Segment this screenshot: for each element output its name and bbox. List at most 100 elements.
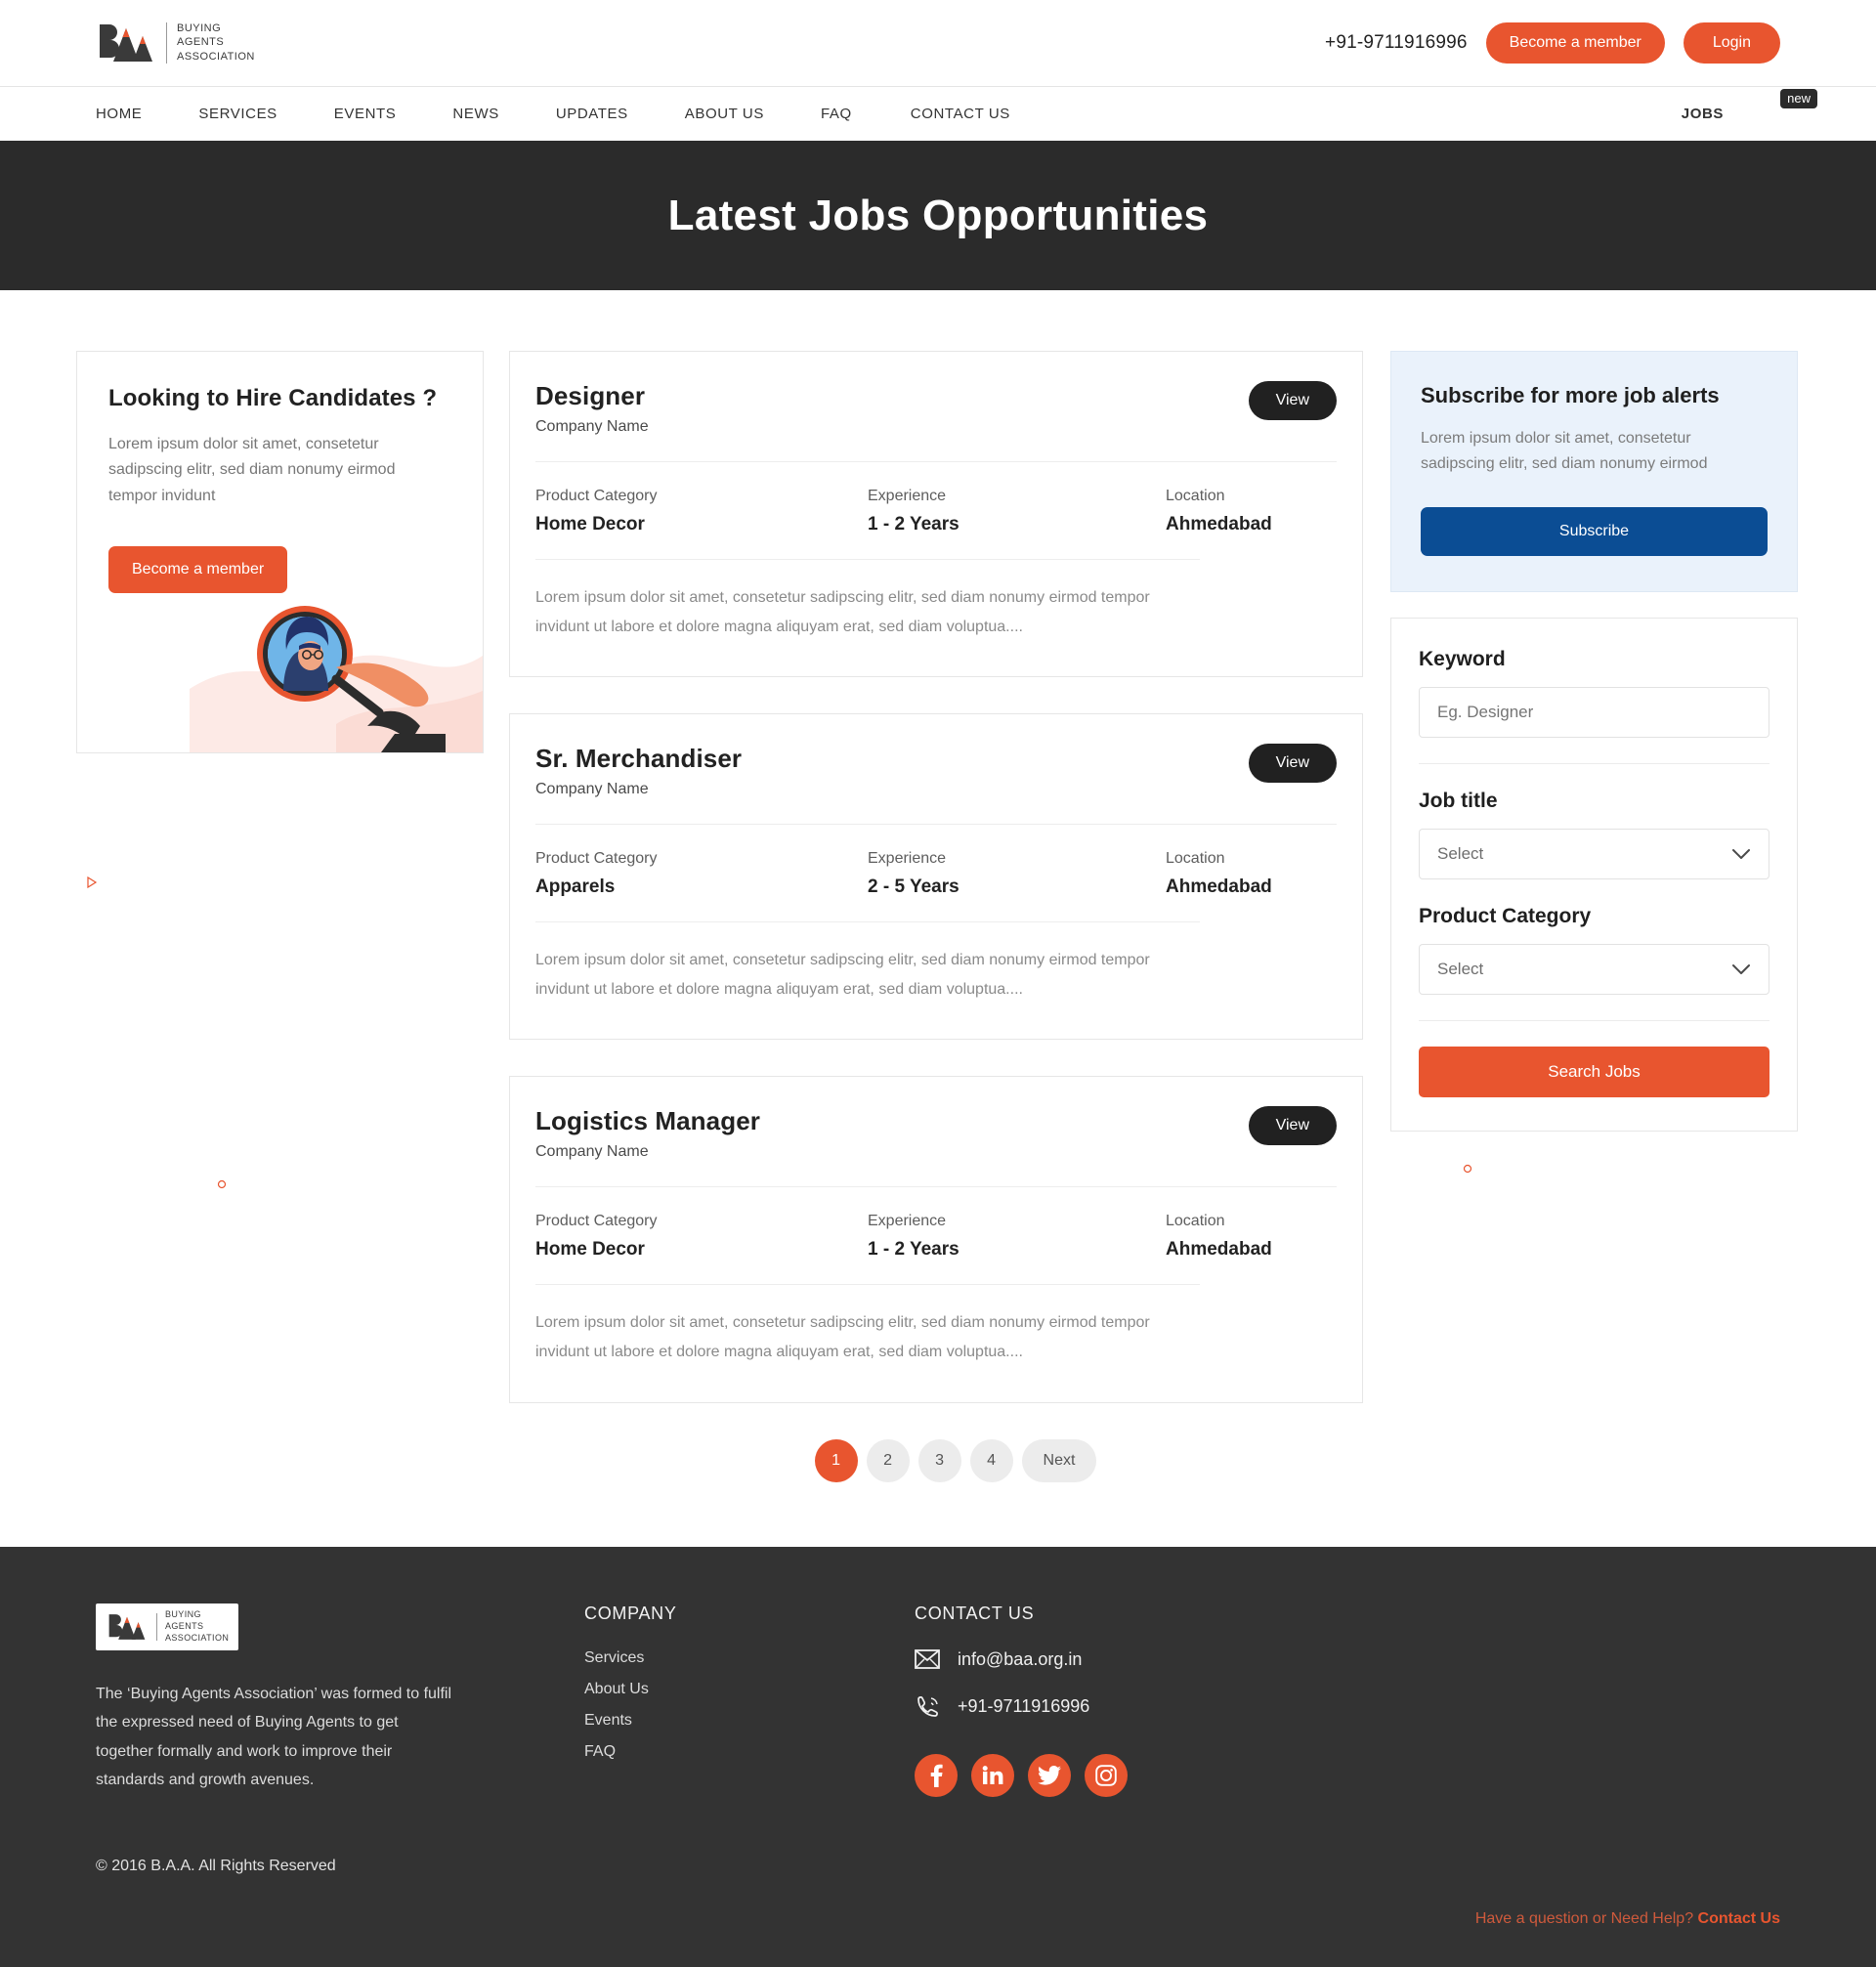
pagination-page-3[interactable]: 3: [917, 1438, 961, 1482]
footer-link-events[interactable]: Events: [584, 1712, 915, 1730]
nav-item-updates[interactable]: UPDATES: [556, 106, 628, 122]
logo-divider: [166, 22, 167, 64]
meta-value-experience: 1 - 2 Years: [868, 514, 959, 535]
footer-help-contact-link[interactable]: Contact Us: [1698, 1910, 1780, 1927]
meta-value-experience: 1 - 2 Years: [868, 1239, 959, 1261]
site-logo[interactable]: BUYING AGENTS ASSOCIATION: [96, 19, 255, 67]
job-meta-location: Location Ahmedabad: [1166, 1213, 1272, 1261]
footer-contact-column: CONTACT US info@baa.org.in +91-971191699…: [915, 1604, 1325, 1875]
page-title: Latest Jobs Opportunities: [667, 191, 1209, 239]
jobs-new-badge: new: [1780, 89, 1817, 109]
job-description: Lorem ipsum dolor sit amet, consetetur s…: [535, 921, 1200, 1031]
page-root: BUYING AGENTS ASSOCIATION +91-9711916996…: [0, 0, 1876, 1967]
meta-label-category: Product Category: [535, 488, 658, 504]
footer-logo-line-2: AGENTS: [165, 1620, 204, 1631]
divider: [1419, 1019, 1769, 1021]
job-meta-experience: Experience 1 - 2 Years: [868, 488, 1166, 535]
twitter-icon[interactable]: [1028, 1753, 1071, 1797]
nav-item-jobs[interactable]: JOBS: [1682, 106, 1724, 122]
subscribe-title: Subscribe for more job alerts: [1421, 383, 1720, 407]
meta-value-location: Ahmedabad: [1166, 1239, 1272, 1261]
subscribe-button[interactable]: Subscribe: [1421, 506, 1768, 556]
nav-item-about-us[interactable]: ABOUT US: [685, 106, 764, 122]
keyword-label: Keyword: [1419, 647, 1506, 670]
search-jobs-button[interactable]: Search Jobs: [1419, 1046, 1769, 1097]
nav-item-events[interactable]: EVENTS: [334, 106, 397, 122]
nav-item-contact-us[interactable]: CONTACT US: [911, 106, 1010, 122]
nav-item-services[interactable]: SERVICES: [198, 106, 277, 122]
job-meta: Product Category Apparels Experience 2 -…: [535, 825, 1337, 921]
product-category-label: Product Category: [1419, 904, 1592, 927]
job-card-header: Logistics Manager Company Name View: [535, 1106, 1337, 1161]
keyword-input-wrapper[interactable]: [1419, 686, 1769, 738]
job-meta-category: Product Category Apparels: [535, 850, 868, 898]
logo-line-1: BUYING: [177, 21, 222, 34]
meta-label-location: Location: [1166, 488, 1225, 504]
hero-banner: Latest Jobs Opportunities: [0, 141, 1876, 290]
footer-link-services[interactable]: Services: [584, 1649, 915, 1667]
hire-card-content: Looking to Hire Candidates ? Lorem ipsum…: [77, 352, 483, 594]
job-identity: Designer Company Name: [535, 381, 649, 436]
nav-item-news[interactable]: NEWS: [452, 106, 498, 122]
job-identity: Logistics Manager Company Name: [535, 1106, 760, 1161]
hire-become-member-button[interactable]: Become a member: [108, 546, 288, 594]
footer-about-column: BUYING AGENTS ASSOCIATION The ‘Buying Ag…: [96, 1603, 584, 1875]
job-title: Sr. Merchandiser: [535, 744, 743, 774]
main-content: Looking to Hire Candidates ? Lorem ipsum…: [0, 290, 1876, 1482]
meta-label-category: Product Category: [535, 850, 658, 868]
job-meta-experience: Experience 1 - 2 Years: [868, 1213, 1166, 1261]
view-job-button[interactable]: View: [1248, 381, 1337, 420]
meta-label-experience: Experience: [868, 1213, 947, 1230]
pagination-page-4[interactable]: 4: [969, 1438, 1013, 1482]
view-job-button[interactable]: View: [1248, 744, 1337, 784]
nav-items: HOME SERVICES EVENTS NEWS UPDATES ABOUT …: [96, 87, 1817, 141]
job-identity: Sr. Merchandiser Company Name: [535, 744, 742, 798]
baa-logo-icon: [106, 1609, 149, 1644]
main-navigation: HOME SERVICES EVENTS NEWS UPDATES ABOUT …: [0, 86, 1876, 141]
decor-play-icon: [87, 877, 98, 888]
footer-logo-wordmark: BUYING AGENTS ASSOCIATION: [165, 1609, 229, 1644]
logo-wordmark: BUYING AGENTS ASSOCIATION: [177, 21, 255, 64]
nav-item-home[interactable]: HOME: [96, 106, 142, 122]
footer-phone: +91-9711916996: [958, 1696, 1090, 1717]
footer-email-row[interactable]: info@baa.org.in: [915, 1649, 1325, 1670]
footer-logo[interactable]: BUYING AGENTS ASSOCIATION: [96, 1603, 239, 1650]
decor-circle-icon-2: [217, 1179, 227, 1189]
meta-label-experience: Experience: [868, 850, 947, 868]
footer-company-links: Services About Us Events FAQ: [584, 1649, 915, 1761]
product-category-select[interactable]: Select: [1419, 943, 1769, 995]
keyword-input[interactable]: [1437, 702, 1751, 722]
left-column: Looking to Hire Candidates ? Lorem ipsum…: [76, 351, 484, 753]
footer-help-line: Have a question or Need Help? Contact Us: [96, 1910, 1780, 1928]
pagination-page-1[interactable]: 1: [814, 1438, 858, 1482]
facebook-icon[interactable]: [915, 1753, 958, 1797]
view-job-button[interactable]: View: [1248, 1106, 1337, 1146]
footer-company-heading: COMPANY: [584, 1603, 677, 1623]
nav-jobs-wrapper: JOBS new: [1682, 89, 1817, 122]
footer-phone-row[interactable]: +91-9711916996: [915, 1695, 1325, 1719]
job-meta-location: Location Ahmedabad: [1166, 488, 1272, 535]
job-card-header: Designer Company Name View: [535, 381, 1337, 436]
logo-line-2: AGENTS: [177, 36, 225, 49]
job-title: Designer: [535, 381, 646, 410]
instagram-icon[interactable]: [1085, 1753, 1128, 1797]
logo-line-3: ASSOCIATION: [177, 50, 255, 63]
pagination-page-2[interactable]: 2: [866, 1438, 910, 1482]
job-description: Lorem ipsum dolor sit amet, consetetur s…: [535, 559, 1200, 668]
login-button[interactable]: Login: [1683, 22, 1780, 64]
job-title-select[interactable]: Select: [1419, 828, 1769, 879]
header-phone[interactable]: +91-9711916996: [1325, 32, 1468, 54]
footer-link-about-us[interactable]: About Us: [584, 1681, 915, 1698]
job-card-header: Sr. Merchandiser Company Name View: [535, 744, 1337, 798]
hire-card-body: Lorem ipsum dolor sit amet, consetetur s…: [108, 436, 396, 504]
footer-link-faq[interactable]: FAQ: [584, 1743, 915, 1761]
nav-item-faq[interactable]: FAQ: [821, 106, 852, 122]
linkedin-icon[interactable]: [971, 1753, 1014, 1797]
meta-value-category: Apparels: [535, 877, 616, 898]
job-meta: Product Category Home Decor Experience 1…: [535, 462, 1337, 559]
job-list-column: Designer Company Name View Product Categ…: [509, 351, 1363, 1482]
pagination-next-button[interactable]: Next: [1021, 1438, 1097, 1482]
subscribe-card: Subscribe for more job alerts Lorem ipsu…: [1390, 351, 1798, 592]
footer-copyright: © 2016 B.A.A. All Rights Reserved: [96, 1857, 336, 1874]
become-a-member-button[interactable]: Become a member: [1485, 22, 1665, 64]
